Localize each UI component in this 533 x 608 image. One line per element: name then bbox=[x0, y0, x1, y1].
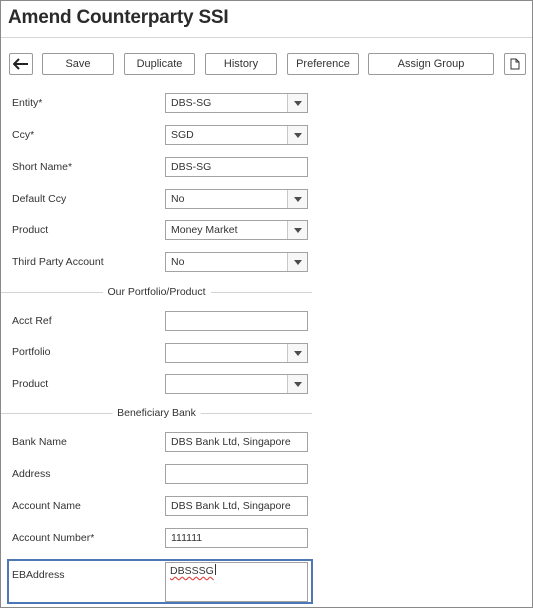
chevron-down-icon[interactable] bbox=[287, 221, 307, 239]
ebaddress-label: EBAddress bbox=[12, 569, 65, 581]
entity-label: Entity* bbox=[12, 97, 43, 109]
amend-ssi-panel: Amend Counterparty SSI Save Duplicate Hi… bbox=[0, 0, 533, 608]
portfolio-product-label: Product bbox=[12, 378, 49, 390]
account-number-input[interactable]: 111111 bbox=[165, 528, 308, 548]
account-name-label: Account Name bbox=[12, 500, 81, 512]
chevron-down-icon[interactable] bbox=[287, 253, 307, 271]
text-cursor bbox=[214, 564, 216, 575]
ccy-value: SGD bbox=[171, 129, 194, 141]
product-label: Product bbox=[12, 224, 49, 236]
bank-name-label: Bank Name bbox=[12, 436, 67, 448]
chevron-down-icon[interactable] bbox=[287, 94, 307, 112]
portfolio-select[interactable] bbox=[165, 343, 308, 363]
title-divider bbox=[1, 37, 532, 38]
default-ccy-label: Default Ccy bbox=[12, 193, 67, 205]
entity-select[interactable]: DBS-SG bbox=[165, 93, 308, 113]
entity-value: DBS-SG bbox=[171, 97, 212, 109]
ebaddress-textarea[interactable]: DBSSSG bbox=[165, 562, 308, 602]
our-portfolio-section-header: Our Portfolio/Product bbox=[1, 286, 312, 298]
default-ccy-value: No bbox=[171, 193, 185, 205]
section-title: Our Portfolio/Product bbox=[102, 286, 211, 298]
product-select[interactable]: Money Market bbox=[165, 220, 308, 240]
page-title: Amend Counterparty SSI bbox=[8, 7, 229, 28]
beneficiary-bank-section-header: Beneficiary Bank bbox=[1, 407, 312, 419]
address-label: Address bbox=[12, 468, 51, 480]
third-party-account-label: Third Party Account bbox=[12, 256, 104, 268]
bank-name-input[interactable]: DBS Bank Ltd, Singapore bbox=[165, 432, 308, 452]
third-party-account-value: No bbox=[171, 256, 185, 268]
account-name-input[interactable]: DBS Bank Ltd, Singapore bbox=[165, 496, 308, 516]
chevron-down-icon[interactable] bbox=[287, 190, 307, 208]
product-value: Money Market bbox=[171, 224, 238, 236]
duplicate-button[interactable]: Duplicate bbox=[124, 53, 195, 75]
section-title: Beneficiary Bank bbox=[112, 407, 201, 419]
save-button[interactable]: Save bbox=[42, 53, 114, 75]
ccy-label: Ccy* bbox=[12, 129, 35, 141]
short-name-input[interactable]: DBS-SG bbox=[165, 157, 308, 177]
acct-ref-label: Acct Ref bbox=[12, 315, 52, 327]
portfolio-product-select[interactable] bbox=[165, 374, 308, 394]
address-input[interactable] bbox=[165, 464, 308, 484]
assign-group-button[interactable]: Assign Group bbox=[368, 53, 494, 75]
back-button[interactable] bbox=[9, 53, 33, 75]
chevron-down-icon[interactable] bbox=[287, 344, 307, 362]
acct-ref-input[interactable] bbox=[165, 311, 308, 331]
preference-button[interactable]: Preference bbox=[287, 53, 359, 75]
third-party-account-select[interactable]: No bbox=[165, 252, 308, 272]
document-button[interactable] bbox=[504, 53, 526, 75]
default-ccy-select[interactable]: No bbox=[165, 189, 308, 209]
history-button[interactable]: History bbox=[205, 53, 277, 75]
short-name-label: Short Name* bbox=[12, 161, 73, 173]
arrow-left-icon bbox=[13, 58, 28, 70]
portfolio-label: Portfolio bbox=[12, 346, 51, 358]
ccy-select[interactable]: SGD bbox=[165, 125, 308, 145]
chevron-down-icon[interactable] bbox=[287, 375, 307, 393]
ebaddress-value: DBSSSG bbox=[170, 565, 214, 577]
document-icon bbox=[510, 58, 520, 70]
chevron-down-icon[interactable] bbox=[287, 126, 307, 144]
account-number-label: Account Number* bbox=[12, 532, 95, 544]
